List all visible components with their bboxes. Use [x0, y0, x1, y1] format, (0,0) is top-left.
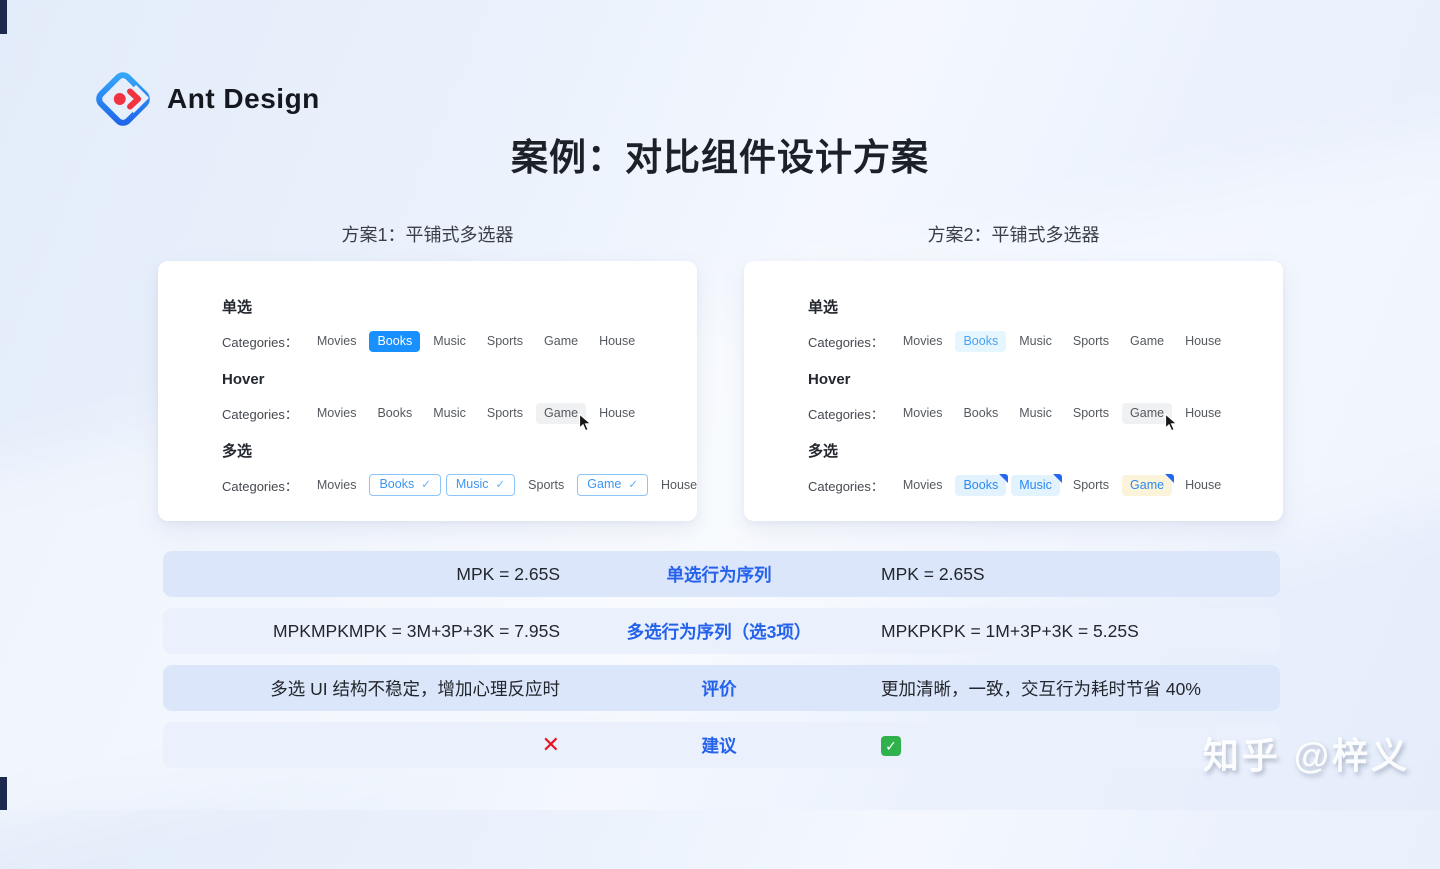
check-icon: ✓ — [628, 479, 638, 491]
categories-row: Categories： MoviesBooks✓ Music✓SportsGame✓… — [222, 473, 697, 497]
row-center-cell: 单选行为序列 — [560, 562, 878, 587]
row-center-cell: 多选行为序列（选3项） — [560, 619, 878, 644]
categories-row: Categories： MoviesBooksMusicSportsGameHou… — [222, 401, 697, 425]
option-movies[interactable]: Movies — [309, 475, 365, 496]
table-row: 多选 UI 结构不稳定，增加心理反应时评价更加清晰，一致，交互行为耗时节省 40… — [163, 665, 1280, 711]
option-sports[interactable]: Sports — [1065, 475, 1117, 496]
categories-row: Categories： MoviesBooksMusicSportsGameHou… — [808, 473, 1283, 497]
categories-label: Categories： — [222, 404, 298, 423]
slide-title: 案例：对比组件设计方案 — [0, 127, 1440, 181]
section-title: 多选 — [808, 443, 1283, 461]
row-right-cell: MPKPKPK = 1M+3P+3K = 5.25S — [878, 621, 1280, 642]
option-books[interactable]: Books✓ — [369, 474, 440, 496]
option-house[interactable]: House — [1177, 475, 1229, 496]
option-house[interactable]: House — [591, 403, 643, 424]
option-game[interactable]: Game — [536, 331, 586, 352]
option-movies[interactable]: Movies — [895, 475, 951, 496]
option-movies[interactable]: Movies — [895, 403, 951, 424]
option-sports[interactable]: Sports — [479, 331, 531, 352]
option-game[interactable]: Game✓ — [577, 474, 648, 496]
option-house[interactable]: House — [1177, 403, 1229, 424]
accept-icon: ✓ — [881, 736, 901, 756]
option-movies[interactable]: Movies — [309, 403, 365, 424]
watermark: 知乎 @梓义 — [1203, 727, 1410, 779]
frame-notch-bottom-left — [0, 777, 7, 810]
row-left-cell: MPKMPKMPK = 3M+3P+3K = 7.95S — [163, 621, 560, 642]
check-icon: ✓ — [496, 479, 506, 491]
option-music[interactable]: Music — [1011, 331, 1060, 352]
option-house[interactable]: House — [653, 475, 705, 496]
option-movies[interactable]: Movies — [895, 331, 951, 352]
frame-notch-top-left — [0, 0, 7, 34]
option-sports[interactable]: Sports — [1065, 331, 1117, 352]
option-sports[interactable]: Sports — [520, 475, 572, 496]
categories-row: Categories： MoviesBooksMusicSportsGameHou… — [808, 401, 1283, 425]
ant-design-logo: Ant Design — [96, 72, 320, 126]
logo-text: Ant Design — [167, 83, 320, 115]
categories-label: Categories： — [222, 476, 298, 495]
option-game[interactable]: Game — [536, 403, 586, 424]
option-music[interactable]: Music✓ — [446, 474, 515, 496]
option-books[interactable]: Books — [955, 331, 1006, 352]
option-music[interactable]: Music — [425, 403, 474, 424]
panel-card-2: 单选Categories：MoviesBooksMusicSportsGameH… — [744, 261, 1283, 521]
panel-heading-1: 方案1：平铺式多选器 — [158, 221, 697, 247]
option-game[interactable]: Game — [1122, 331, 1172, 352]
panel-heading-2: 方案2：平铺式多选器 — [744, 221, 1283, 247]
reject-icon: ✕ — [542, 732, 560, 757]
option-music[interactable]: Music — [1011, 475, 1060, 496]
comparison-table: MPK = 2.65S单选行为序列MPK = 2.65S MPKMPKMPK = … — [163, 551, 1280, 779]
row-left-cell: MPK = 2.65S — [163, 564, 560, 585]
option-movies[interactable]: Movies — [309, 331, 365, 352]
option-books[interactable]: Books — [955, 475, 1006, 496]
table-row: MPKMPKMPK = 3M+3P+3K = 7.95S多选行为序列（选3项）M… — [163, 608, 1280, 654]
option-books[interactable]: Books — [369, 331, 420, 352]
row-center-cell: 建议 — [560, 733, 878, 758]
row-right-cell: MPK = 2.65S — [878, 564, 1280, 585]
categories-row: Categories： MoviesBooksMusicSportsGameHou… — [808, 329, 1283, 353]
categories-label: Categories： — [808, 404, 884, 423]
section-title: Hover — [808, 371, 1283, 389]
section-title: 多选 — [222, 443, 697, 461]
table-row: ✕建议✓ — [163, 722, 1280, 768]
section-title: Hover — [222, 371, 697, 389]
option-books[interactable]: Books — [369, 403, 420, 424]
option-music[interactable]: Music — [425, 331, 474, 352]
row-right-cell: 更加清晰，一致，交互行为耗时节省 40% — [878, 676, 1280, 701]
row-left-cell: ✕ — [163, 734, 560, 757]
section-title: 单选 — [808, 299, 1283, 317]
option-sports[interactable]: Sports — [1065, 403, 1117, 424]
ant-design-logo-icon — [96, 72, 150, 126]
row-center-cell: 评价 — [560, 676, 878, 701]
option-house[interactable]: House — [591, 331, 643, 352]
categories-row: Categories： MoviesBooksMusicSportsGameHou… — [222, 329, 697, 353]
option-sports[interactable]: Sports — [479, 403, 531, 424]
option-house[interactable]: House — [1177, 331, 1229, 352]
categories-label: Categories： — [808, 332, 884, 351]
option-game[interactable]: Game — [1122, 475, 1172, 496]
option-music[interactable]: Music — [1011, 403, 1060, 424]
section-title: 单选 — [222, 299, 697, 317]
check-icon: ✓ — [421, 479, 431, 491]
option-game[interactable]: Game — [1122, 403, 1172, 424]
panel-card-1: 单选Categories：MoviesBooksMusicSportsGameH… — [158, 261, 697, 521]
categories-label: Categories： — [808, 476, 884, 495]
table-row: MPK = 2.65S单选行为序列MPK = 2.65S — [163, 551, 1280, 597]
row-left-cell: 多选 UI 结构不稳定，增加心理反应时 — [163, 676, 560, 701]
categories-label: Categories： — [222, 332, 298, 351]
option-books[interactable]: Books — [955, 403, 1006, 424]
